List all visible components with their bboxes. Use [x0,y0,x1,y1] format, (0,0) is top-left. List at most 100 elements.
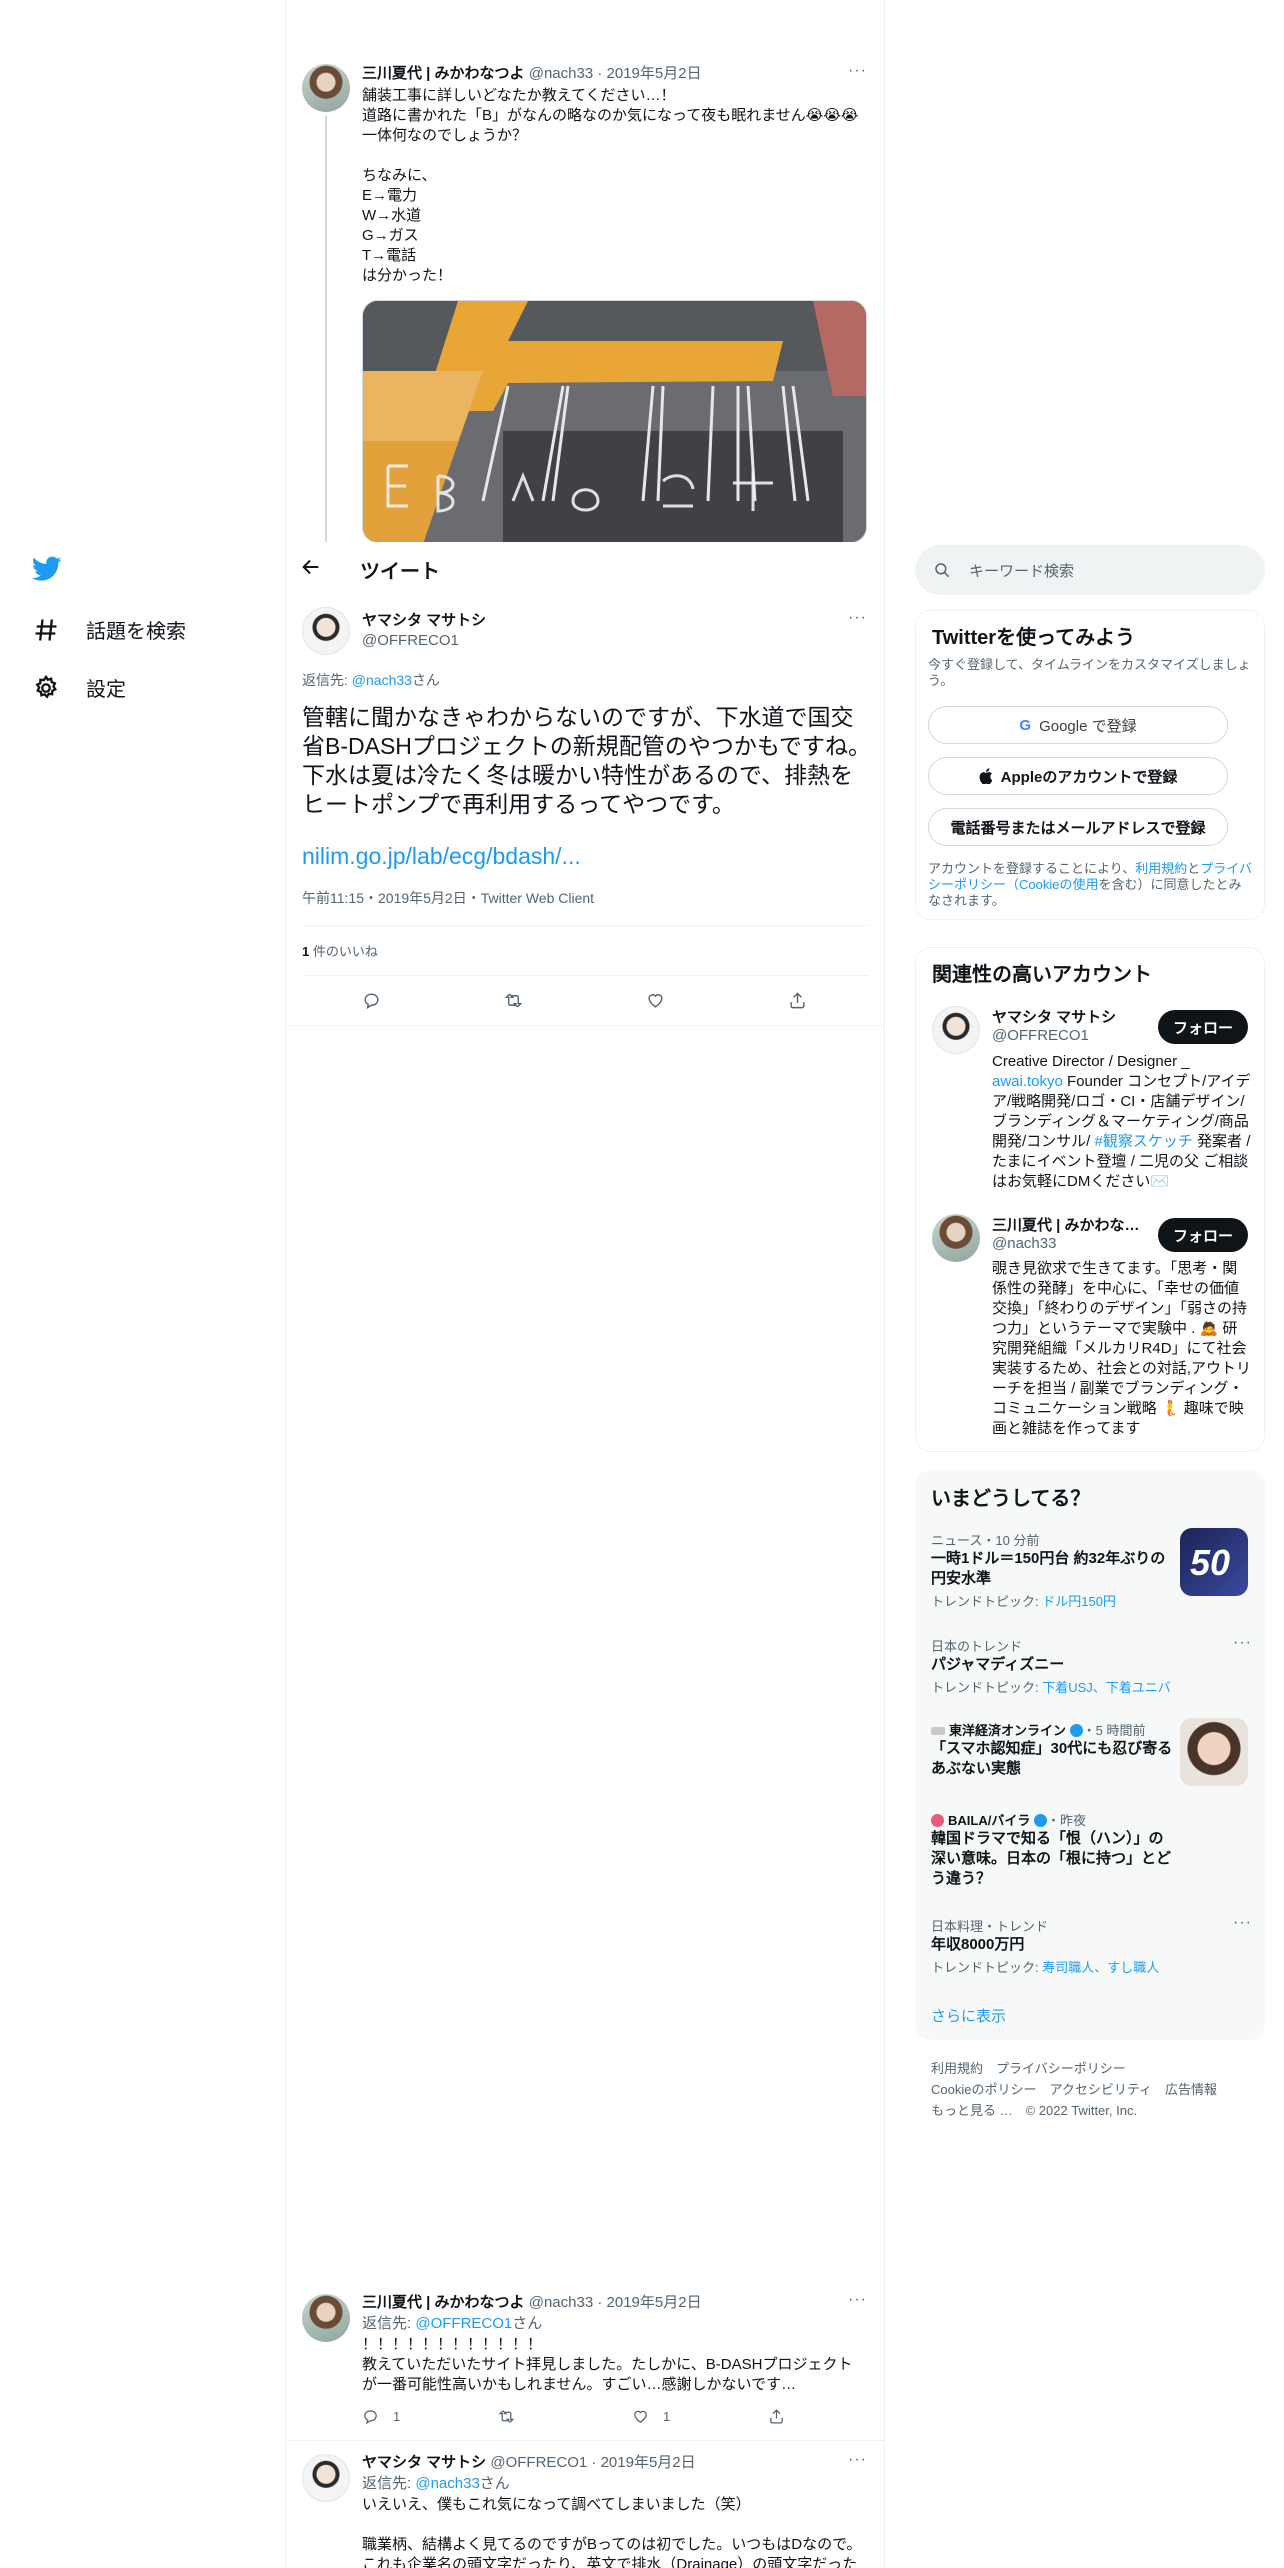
avatar[interactable] [302,64,350,112]
retweet-icon[interactable] [498,2408,515,2430]
trend-thumbnail[interactable] [1180,1718,1248,1786]
reply-icon[interactable] [362,991,381,1015]
reply-to-line: 返信先: @nach33さん [362,2475,510,2492]
back-arrow-icon[interactable] [300,556,322,583]
author-handle[interactable]: @nach33 [529,65,593,82]
hash-icon [35,618,57,641]
terms-link[interactable]: 利用規約 [1135,861,1187,876]
google-icon: G [1019,716,1032,734]
trends-title: いまどうしてる？ [931,1488,1091,1510]
author-handle[interactable]: @OFFRECO1 [490,2454,587,2471]
footer-links-1[interactable]: 利用規約 プライバシーポリシー [931,2058,1126,2077]
author-handle[interactable]: @OFFRECO1 [362,631,459,651]
trend-item[interactable]: BAILA/バイラ ・昨夜 韓国ドラマで知る「恨（ハン）」の深い意味。日本の「根… [931,1810,1176,1889]
author-handle[interactable]: @nach33 [529,2294,593,2311]
apple-icon [979,768,992,784]
parent-tweet-text: 舗装工事に詳しいどなたか教えてください…！ 道路に書かれた「B」がなんの略なのか… [362,87,859,284]
verified-badge-icon [1033,1814,1047,1827]
main-tweet-author: ヤマシタ マサトシ [362,611,486,631]
avatar[interactable] [302,2454,350,2502]
account-bio: Creative Director / Designer _ awai.toky… [992,1053,1251,1190]
share-icon[interactable] [768,2408,785,2430]
account-handle[interactable]: @OFFRECO1 [992,1027,1089,1044]
more-options-icon[interactable]: ··· [848,609,867,627]
like-icon[interactable] [646,991,665,1015]
divider [302,925,868,926]
trend-item[interactable]: 東洋経済オンライン ・5 時間前 「スマホ認知症」30代にも忍び寄るあぶない実態 [931,1720,1176,1779]
like-count[interactable]: 1 件のいいね [302,942,378,962]
signup-subtitle: 今すぐ登録して、タイムラインをカスタマイズしましょう。 [928,657,1251,688]
tweet-date[interactable]: 2019年5月2日 [601,2454,696,2471]
related-accounts-panel: 関連性の高いアカウント ヤマシタ マサトシ @OFFRECO1 フォロー Cre… [915,947,1265,1452]
twitter-logo-icon[interactable] [31,556,62,587]
phone-email-signup-button[interactable]: 電話番号またはメールアドレスで登録 [928,808,1228,846]
bio-link[interactable]: awai.tokyo [992,1073,1063,1090]
reply-header: ヤマシタ マサトシ @OFFRECO1 · 2019年5月2日 [362,2454,696,2471]
retweet-icon[interactable] [504,991,523,1015]
avatar[interactable] [932,1214,980,1262]
nav-settings[interactable]: 設定 [32,673,126,702]
reply-to-link[interactable]: @nach33 [352,672,412,688]
reply-button[interactable]: 1 [362,2408,400,2425]
avatar[interactable] [932,1006,980,1054]
reply-to-link[interactable]: @OFFRECO1 [415,2315,512,2332]
tweet-date[interactable]: 2019年5月2日 [607,65,702,82]
parent-tweet-header: 三川夏代 | みかわなつよ @nach33 · 2019年5月2日 [362,65,702,82]
nav-explore[interactable]: 話題を検索 [32,615,186,644]
more-options-icon[interactable]: ··· [1233,1634,1252,1652]
tweet-link[interactable]: nilim.go.jp/lab/ecg/bdash/... [302,843,581,870]
author-name[interactable]: 三川夏代 | みかわなつよ [362,2294,525,2311]
more-options-icon[interactable]: ··· [848,2291,867,2309]
reply-to-line: 返信先: @nach33さん [302,672,440,688]
footer-links-2[interactable]: Cookieのポリシー アクセシビリティ 広告情報 [931,2079,1217,2098]
verified-badge-icon [1069,1724,1083,1737]
avatar[interactable] [302,2294,350,2342]
trend-thumbnail[interactable]: 50 [1180,1528,1248,1596]
account-handle[interactable]: @nach33 [992,1235,1056,1252]
like-icon [634,2410,647,2423]
signup-terms: アカウントを登録することにより、利用規約とプライバシーポリシー（Cookieの使… [928,861,1253,908]
publisher-logo-icon [931,1814,944,1827]
show-more-link[interactable]: さらに表示 [931,2005,1006,2026]
related-accounts-title: 関連性の高いアカウント [932,964,1152,986]
tweet-photo[interactable] [362,300,867,543]
nav-settings-label: 設定 [86,679,126,701]
footer-links-3[interactable]: もっと見る … © 2022 Twitter, Inc. [931,2100,1137,2119]
trend-item[interactable]: 日本料理・トレンド 年収8000万円 トレンドトピック: 寿司職人、すし職人 [931,1916,1231,1976]
more-options-icon[interactable]: ··· [1233,1914,1252,1932]
tweet-date[interactable]: 2019年5月2日 [607,2294,702,2311]
avatar[interactable] [302,607,350,655]
more-options-icon[interactable]: ··· [848,2451,867,2469]
trend-item[interactable]: 日本のトレンド パジャマディズニー トレンドトピック: 下着USJ、下着ユニバ [931,1636,1231,1696]
trend-topic-link[interactable]: 寿司職人、すし職人 [1042,1960,1159,1975]
page-title: ツイート [360,561,440,583]
trend-item[interactable]: ニュース・10 分前 一時1ドル＝150円台 約32年ぶりの円安水準 トレンドト… [931,1530,1176,1610]
google-signup-button[interactable]: G Google で登録 [928,706,1228,744]
divider [286,1025,884,1026]
tweet-meta[interactable]: 午前11:15・2019年5月2日・Twitter Web Client [302,888,594,908]
search-box[interactable]: キーワード検索 [915,545,1265,595]
account-name[interactable]: ヤマシタ マサトシ [992,1006,1116,1027]
account-name[interactable]: 三川夏代 | みかわな… [992,1214,1140,1235]
trend-topic-link[interactable]: 下着USJ、下着ユニバ [1042,1680,1171,1695]
hashtag-link[interactable]: #観察スケッチ [1095,1133,1193,1150]
signup-panel: Twitterを使ってみよう 今すぐ登録して、タイムラインをカスタマイズしましょ… [915,610,1265,920]
reply-to-link[interactable]: @nach33 [415,2475,479,2492]
share-icon[interactable] [788,991,807,1015]
publisher-logo-icon [931,1727,945,1735]
author-name[interactable]: 三川夏代 | みかわなつよ [362,65,525,82]
left-nav: 話題を検索 設定 [0,0,285,2568]
search-input[interactable]: キーワード検索 [969,560,1074,581]
reply-count: 1 [393,2409,401,2424]
like-button[interactable]: 1 [632,2408,670,2425]
more-options-icon[interactable]: ··· [848,62,867,80]
apple-signup-button[interactable]: Appleのアカウントで登録 [928,757,1228,795]
like-count: 1 [663,2409,671,2424]
follow-button[interactable]: フォロー [1158,1218,1248,1252]
trends-panel: いまどうしてる？ ニュース・10 分前 一時1ドル＝150円台 約32年ぶりの円… [915,1470,1265,2040]
follow-button[interactable]: フォロー [1158,1010,1248,1044]
author-name[interactable]: ヤマシタ マサトシ [362,612,486,629]
tweet-header-bar: ツイート [286,542,884,595]
author-name[interactable]: ヤマシタ マサトシ [362,2454,486,2471]
trend-topic-link[interactable]: ドル円150円 [1042,1594,1116,1609]
